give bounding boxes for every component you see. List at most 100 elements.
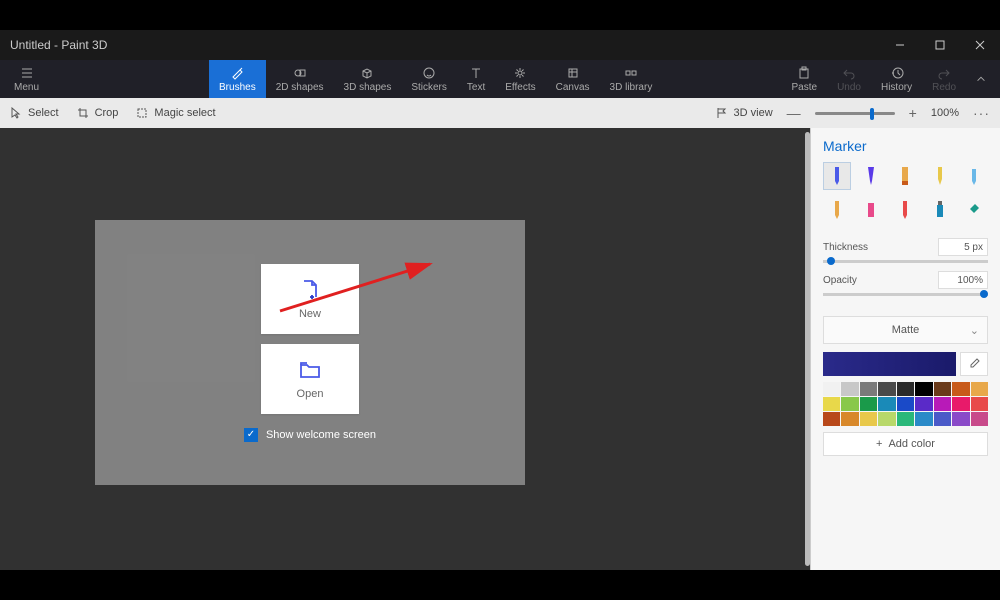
palette-swatch[interactable] [860, 397, 877, 411]
welcome-dialog: New Open ✓ Show welcome screen [95, 220, 525, 485]
palette-swatch[interactable] [878, 382, 895, 396]
crop-tool[interactable]: Crop [77, 107, 119, 119]
tab-stickers[interactable]: Stickers [401, 60, 457, 98]
minimize-button[interactable] [880, 30, 920, 60]
brush-spray[interactable] [926, 196, 954, 224]
palette-swatch[interactable] [915, 412, 932, 426]
paste-button[interactable]: Paste [781, 60, 827, 98]
palette-swatch[interactable] [841, 382, 858, 396]
magic-select-tool[interactable]: Magic select [136, 107, 215, 119]
maximize-button[interactable] [920, 30, 960, 60]
brush-fill[interactable] [960, 196, 988, 224]
brush-marker[interactable] [823, 162, 851, 190]
eyedropper-icon [968, 358, 980, 370]
tab-effects[interactable]: Effects [495, 60, 545, 98]
zoom-in-button[interactable]: + [909, 105, 917, 121]
redo-icon [937, 66, 951, 80]
undo-icon [842, 66, 856, 80]
more-options-button[interactable]: ··· [973, 105, 990, 121]
eyedropper-button[interactable] [960, 352, 988, 376]
brush-pencil[interactable] [823, 196, 851, 224]
thickness-slider[interactable] [823, 260, 988, 263]
palette-swatch[interactable] [971, 382, 988, 396]
close-button[interactable] [960, 30, 1000, 60]
view-3d-toggle[interactable]: 3D view [716, 107, 773, 119]
opacity-input[interactable]: 100% [938, 271, 988, 289]
current-color-swatch[interactable] [823, 352, 956, 376]
tab-3d-library[interactable]: 3D library [600, 60, 663, 98]
panel-title: Marker [823, 138, 988, 154]
tab-brushes[interactable]: Brushes [209, 60, 266, 98]
library3d-icon [624, 66, 638, 80]
new-project-button[interactable]: New [261, 264, 359, 334]
color-palette [823, 382, 988, 426]
palette-swatch[interactable] [971, 412, 988, 426]
palette-swatch[interactable] [878, 412, 895, 426]
folder-icon [298, 358, 322, 382]
tab-3d-shapes[interactable]: 3D shapes [334, 60, 402, 98]
plus-icon: + [876, 438, 882, 450]
palette-swatch[interactable] [952, 382, 969, 396]
zoom-out-button[interactable]: — [787, 105, 801, 121]
palette-swatch[interactable] [952, 412, 969, 426]
brush-pixel[interactable] [960, 162, 988, 190]
history-icon [890, 66, 904, 80]
palette-swatch[interactable] [971, 397, 988, 411]
palette-swatch[interactable] [915, 382, 932, 396]
chevron-down-icon: ⌄ [970, 324, 979, 337]
canvas-icon [566, 66, 580, 80]
secondary-toolbar: Select Crop Magic select 3D view — + 100… [0, 98, 1000, 128]
palette-swatch[interactable] [823, 412, 840, 426]
palette-swatch[interactable] [897, 412, 914, 426]
brush-oil[interactable] [891, 162, 919, 190]
select-tool[interactable]: Select [10, 107, 59, 119]
flag-icon [716, 107, 728, 119]
menu-icon [20, 66, 34, 80]
scrollbar[interactable] [805, 132, 810, 566]
brush-picker [823, 162, 988, 224]
material-dropdown[interactable]: Matte ⌄ [823, 316, 988, 344]
brush-crayon[interactable] [891, 196, 919, 224]
palette-swatch[interactable] [860, 382, 877, 396]
palette-swatch[interactable] [952, 397, 969, 411]
titlebar: Untitled - Paint 3D [0, 30, 1000, 60]
palette-swatch[interactable] [934, 397, 951, 411]
palette-swatch[interactable] [934, 412, 951, 426]
brush-watercolor[interactable] [926, 162, 954, 190]
thickness-label: Thickness [823, 242, 868, 253]
thickness-input[interactable]: 5 px [938, 238, 988, 256]
palette-swatch[interactable] [823, 397, 840, 411]
palette-swatch[interactable] [897, 382, 914, 396]
shapes3d-icon [360, 66, 374, 80]
palette-swatch[interactable] [897, 397, 914, 411]
zoom-slider[interactable] [815, 112, 895, 115]
opacity-slider[interactable] [823, 293, 988, 296]
pointer-icon [10, 107, 22, 119]
tab-2d-shapes[interactable]: 2D shapes [266, 60, 334, 98]
history-button[interactable]: History [871, 60, 922, 98]
menu-button[interactable]: Menu [4, 60, 49, 98]
palette-swatch[interactable] [878, 397, 895, 411]
crop-icon [77, 107, 89, 119]
add-color-button[interactable]: + Add color [823, 432, 988, 456]
collapse-ribbon-button[interactable] [966, 60, 996, 98]
stickers-icon [422, 66, 436, 80]
undo-button[interactable]: Undo [827, 60, 871, 98]
show-welcome-checkbox[interactable]: ✓ Show welcome screen [244, 428, 376, 442]
opacity-label: Opacity [823, 275, 857, 286]
palette-swatch[interactable] [860, 412, 877, 426]
palette-swatch[interactable] [823, 382, 840, 396]
redo-button[interactable]: Redo [922, 60, 966, 98]
canvas-area[interactable]: New Open ✓ Show welcome screen [0, 128, 810, 570]
open-project-button[interactable]: Open [261, 344, 359, 414]
tab-canvas[interactable]: Canvas [546, 60, 600, 98]
palette-swatch[interactable] [841, 412, 858, 426]
effects-icon [513, 66, 527, 80]
palette-swatch[interactable] [841, 397, 858, 411]
brushes-icon [230, 66, 244, 80]
brush-calligraphy[interactable] [857, 162, 885, 190]
palette-swatch[interactable] [915, 397, 932, 411]
tab-text[interactable]: Text [457, 60, 495, 98]
palette-swatch[interactable] [934, 382, 951, 396]
brush-eraser[interactable] [857, 196, 885, 224]
